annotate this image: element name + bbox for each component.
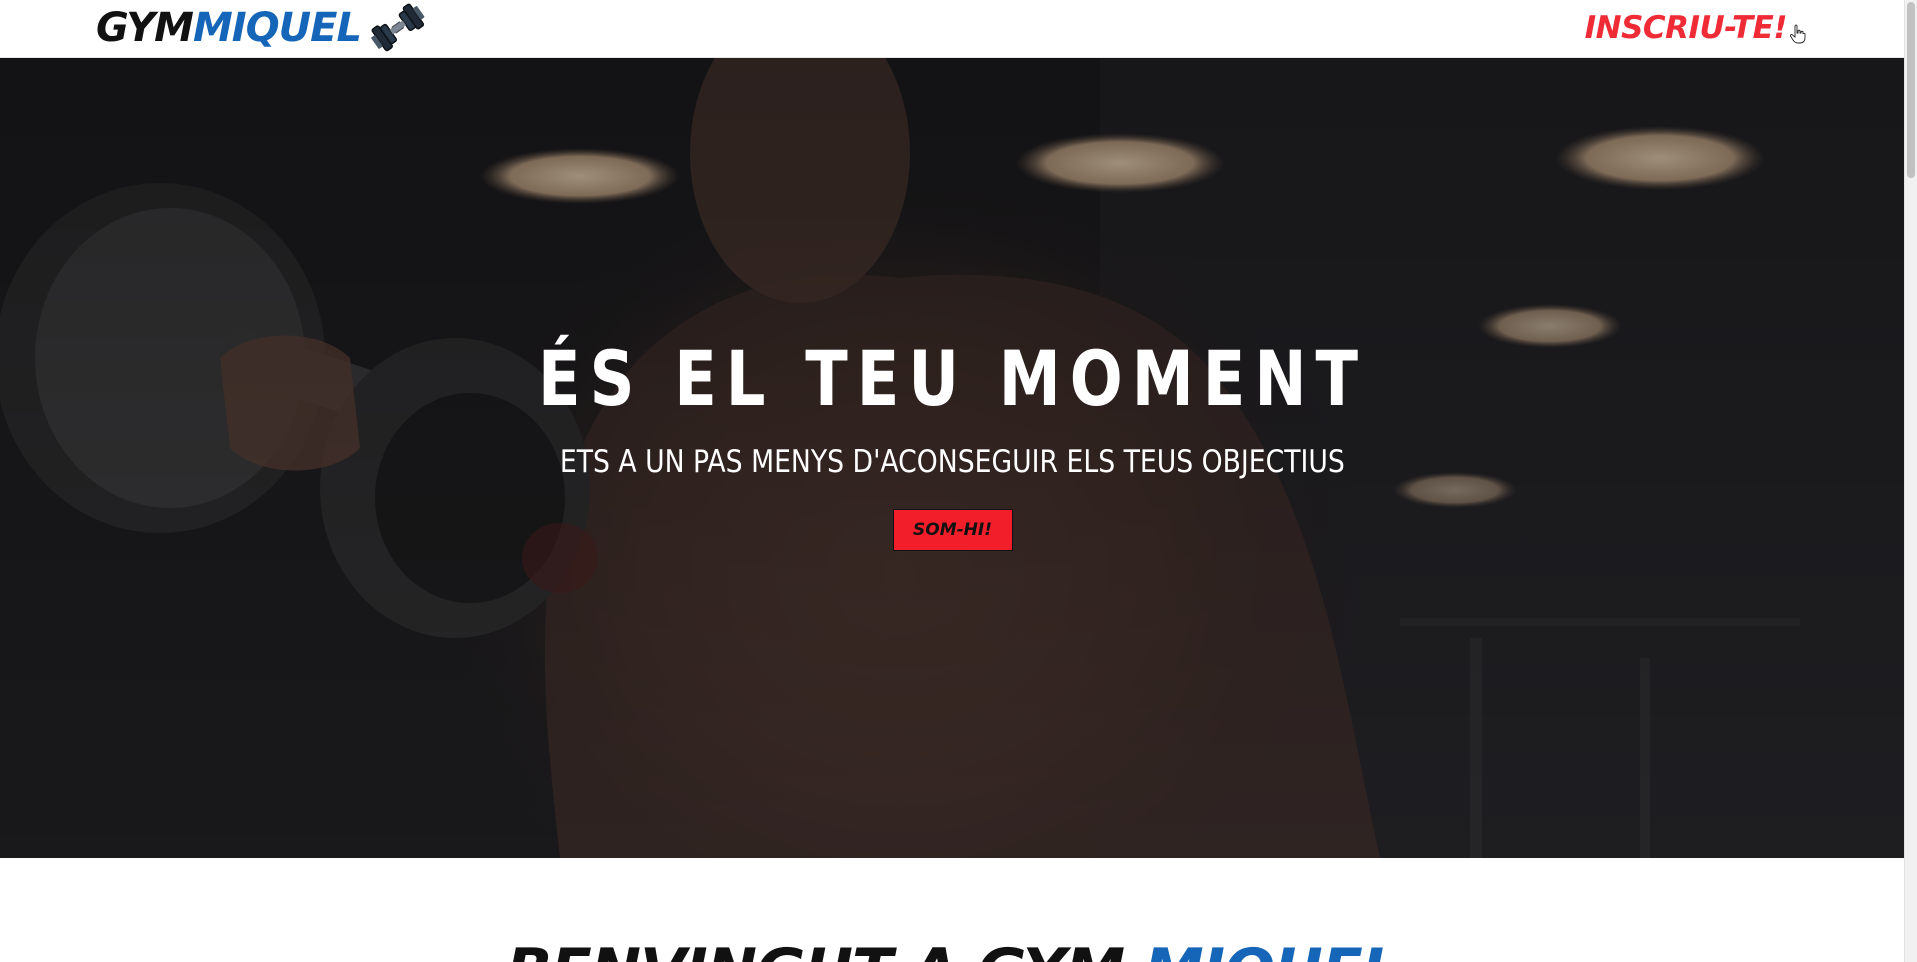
dumbbell-icon xyxy=(371,3,425,52)
hero-section: ÉS EL TEU MOMENT ETS A UN PAS MENYS D'AC… xyxy=(0,58,1905,858)
welcome-title: BENVINGUT A GYM MIQUEL xyxy=(0,941,1905,962)
logo-text-gym: GYM xyxy=(96,5,194,51)
site-header: GYM MIQUEL INSCRIU-TE! xyxy=(0,0,1905,58)
welcome-section: BENVINGUT A GYM MIQUEL xyxy=(0,859,1905,962)
hero-title: ÉS EL TEU MOMENT xyxy=(537,334,1368,423)
cta-button[interactable]: SOM-HI! xyxy=(892,509,1013,551)
logo-text-miquel: MIQUEL xyxy=(192,5,362,51)
hero-content: ÉS EL TEU MOMENT ETS A UN PAS MENYS D'AC… xyxy=(0,58,1905,858)
signup-label: INSCRIU-TE! xyxy=(1584,10,1788,46)
page-scrollbar[interactable] xyxy=(1904,0,1917,962)
hero-subtitle: ETS A UN PAS MENYS D'ACONSEGUIR ELS TEUS… xyxy=(560,444,1345,480)
pointer-hand-icon xyxy=(1789,24,1806,44)
scrollbar-thumb[interactable] xyxy=(1907,2,1915,178)
site-logo[interactable]: GYM MIQUEL xyxy=(96,2,427,54)
signup-link[interactable]: INSCRIU-TE! xyxy=(1585,6,1807,50)
welcome-title-part2: MIQUEL xyxy=(1144,936,1400,962)
welcome-title-part1: BENVINGUT A GYM xyxy=(506,936,1144,962)
